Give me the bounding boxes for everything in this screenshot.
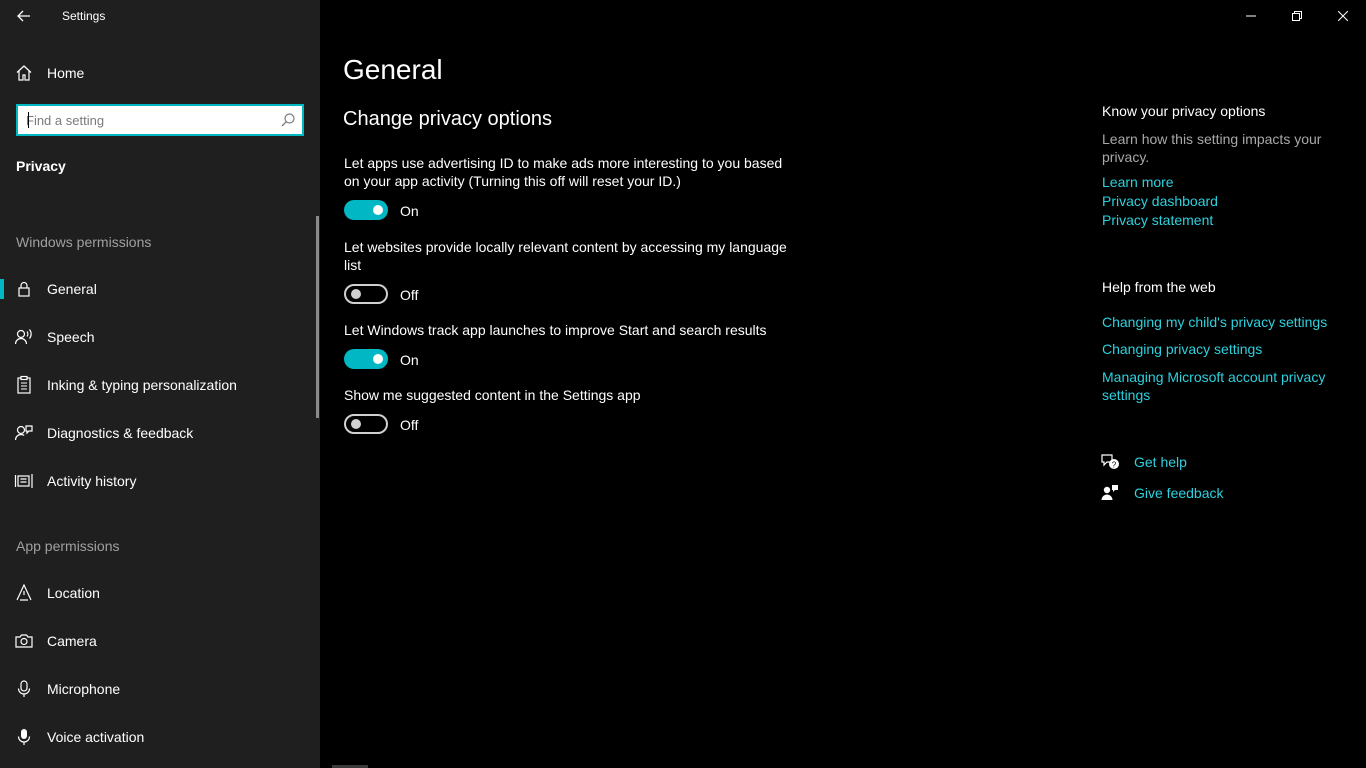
sidebar-item-label: Location bbox=[47, 585, 100, 601]
sidebar-item-camera[interactable]: Camera bbox=[0, 621, 320, 661]
app-permissions-heading: App permissions bbox=[16, 538, 120, 554]
section-title: Privacy bbox=[16, 158, 66, 174]
windows-permissions-heading: Windows permissions bbox=[16, 234, 152, 250]
svg-text:?: ? bbox=[1112, 461, 1117, 470]
page-title: General bbox=[343, 54, 443, 85]
app-launches-description: Let Windows track app launches to improv… bbox=[344, 322, 767, 338]
sidebar-item-general[interactable]: General bbox=[0, 269, 320, 309]
suggested-content-toggle[interactable] bbox=[344, 414, 388, 434]
language-list-state: Off bbox=[400, 287, 419, 303]
microphone-icon bbox=[14, 679, 34, 699]
restore-icon bbox=[1292, 11, 1302, 21]
sidebar-item-voice-activation[interactable]: Voice activation bbox=[0, 717, 320, 757]
child-privacy-link[interactable]: Changing my child's privacy settings bbox=[1102, 313, 1342, 331]
sidebar-item-label: Speech bbox=[47, 329, 95, 345]
sidebar-item-label: Voice activation bbox=[47, 729, 145, 745]
sidebar: Settings Home Privacy Windows permission… bbox=[0, 0, 320, 768]
text-caret bbox=[28, 112, 29, 128]
activity-history-icon bbox=[14, 471, 34, 491]
toggle-knob bbox=[373, 205, 383, 215]
advertising-id-state: On bbox=[400, 203, 419, 219]
home-icon bbox=[14, 63, 34, 83]
location-icon bbox=[14, 583, 34, 603]
toggle-knob bbox=[373, 354, 383, 364]
give-feedback-link[interactable]: Give feedback bbox=[1134, 485, 1224, 501]
voice-activation-icon bbox=[14, 727, 34, 747]
app-launches-state: On bbox=[400, 352, 419, 368]
search-input[interactable] bbox=[26, 106, 266, 134]
language-list-description: Let websites provide locally relevant co… bbox=[344, 239, 787, 273]
close-icon bbox=[1338, 11, 1348, 21]
toggle-knob bbox=[351, 289, 361, 299]
sidebar-item-home[interactable]: Home bbox=[0, 53, 320, 93]
know-privacy-text: Learn how this setting impacts your priv… bbox=[1102, 131, 1322, 165]
clipboard-icon bbox=[14, 375, 34, 395]
back-arrow-icon[interactable] bbox=[14, 6, 34, 26]
search-field[interactable] bbox=[16, 104, 304, 136]
sidebar-item-diagnostics[interactable]: Diagnostics & feedback bbox=[0, 413, 320, 453]
sidebar-scrollbar[interactable] bbox=[316, 216, 319, 418]
sidebar-item-label: Home bbox=[47, 65, 85, 81]
know-privacy-heading: Know your privacy options bbox=[1102, 103, 1266, 119]
suggested-content-state: Off bbox=[400, 417, 419, 433]
close-button[interactable] bbox=[1320, 0, 1366, 32]
sidebar-item-inking-typing[interactable]: Inking & typing personalization bbox=[0, 365, 320, 405]
give-feedback-icon bbox=[1100, 483, 1120, 503]
privacy-dashboard-link[interactable]: Privacy dashboard bbox=[1102, 192, 1342, 210]
window-title: Settings bbox=[62, 9, 106, 23]
sidebar-item-label: Inking & typing personalization bbox=[47, 377, 237, 393]
privacy-statement-link[interactable]: Privacy statement bbox=[1102, 211, 1342, 229]
sidebar-item-label: Activity history bbox=[47, 473, 137, 489]
diagnostics-icon bbox=[14, 423, 34, 443]
language-list-toggle[interactable] bbox=[344, 284, 388, 304]
camera-icon bbox=[14, 631, 34, 651]
sidebar-item-label: Camera bbox=[47, 633, 97, 649]
speech-icon bbox=[14, 327, 34, 347]
help-web-heading: Help from the web bbox=[1102, 279, 1216, 295]
restore-button[interactable] bbox=[1274, 0, 1320, 32]
sidebar-item-activity-history[interactable]: Activity history bbox=[0, 461, 320, 501]
lock-icon bbox=[14, 279, 34, 299]
learn-more-link[interactable]: Learn more bbox=[1102, 173, 1342, 191]
changing-privacy-link[interactable]: Changing privacy settings bbox=[1102, 340, 1342, 358]
get-help-icon: ? bbox=[1100, 452, 1120, 472]
advertising-id-toggle[interactable] bbox=[344, 200, 388, 220]
suggested-content-description: Show me suggested content in the Setting… bbox=[344, 387, 641, 403]
microsoft-account-privacy-link[interactable]: Managing Microsoft account privacy setti… bbox=[1102, 368, 1342, 404]
minimize-button[interactable] bbox=[1228, 0, 1274, 32]
sidebar-item-speech[interactable]: Speech bbox=[0, 317, 320, 357]
sidebar-item-label: Diagnostics & feedback bbox=[47, 425, 194, 441]
search-icon[interactable] bbox=[280, 112, 296, 128]
section-subtitle: Change privacy options bbox=[343, 108, 553, 130]
minimize-icon bbox=[1246, 15, 1256, 17]
toggle-knob bbox=[351, 419, 361, 429]
sidebar-item-microphone[interactable]: Microphone bbox=[0, 669, 320, 709]
get-help-link[interactable]: Get help bbox=[1134, 454, 1187, 470]
sidebar-item-label: General bbox=[47, 281, 97, 297]
sidebar-item-location[interactable]: Location bbox=[0, 573, 320, 613]
sidebar-item-label: Microphone bbox=[47, 681, 121, 697]
app-launches-toggle[interactable] bbox=[344, 349, 388, 369]
advertising-id-description: Let apps use advertising ID to make ads … bbox=[344, 155, 783, 189]
